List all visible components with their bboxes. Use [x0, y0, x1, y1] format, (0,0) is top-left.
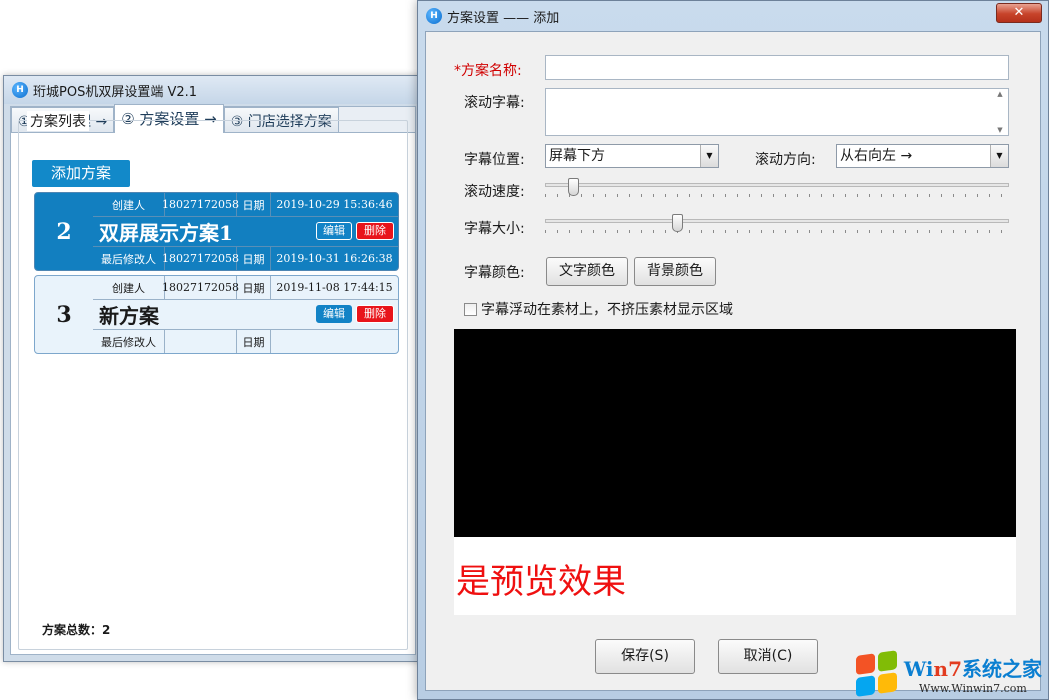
background-color-button[interactable]: 背景颜色	[634, 257, 716, 286]
plan-name-label: *方案名称:	[454, 60, 522, 80]
date-label: 日期	[237, 276, 271, 299]
plan-card[interactable]: 2 创建人 18027172058 日期 2019-10-29 15:36:46…	[34, 192, 399, 271]
color-label: 字幕颜色:	[464, 262, 525, 282]
plan-settings-dialog: H 方案设置 —— 添加 ✕ *方案名称: 滚动字幕: ▲ ▼ 字幕位置: 屏幕…	[417, 0, 1049, 700]
required-mark: *	[454, 63, 461, 79]
windows-logo-icon	[856, 650, 898, 698]
plan-creator-row: 创建人 18027172058 日期 2019-11-08 17:44:15	[93, 276, 398, 300]
plan-name-input[interactable]	[545, 55, 1009, 80]
main-app-window: H 珩城POS机双屏设置端 V2.1 ① 素材管理 → ② 方案设置 → ③ 门…	[3, 75, 423, 662]
app-logo-icon: H	[12, 82, 28, 98]
size-slider[interactable]	[545, 214, 1009, 236]
creator-label: 创建人	[93, 193, 165, 216]
app-logo-icon: H	[426, 8, 442, 24]
plan-name: 双屏展示方案1	[99, 219, 233, 247]
plan-total-count: 方案总数：2	[42, 621, 110, 638]
settings-panel: *方案名称: 滚动字幕: ▲ ▼ 字幕位置: 屏幕下方 ▼ 滚动方向: 从右向左…	[432, 44, 1036, 626]
direction-select[interactable]: 从右向左 → ▼	[836, 144, 1009, 168]
site-watermark: Win7系统之家 Www.Winwin7.com	[856, 653, 1042, 695]
chevron-down-icon[interactable]: ▼	[990, 145, 1008, 167]
preview-caption-text: 是预览效果	[456, 554, 626, 603]
plan-modifier-row: 最后修改人 18027172058 日期 2019-10-31 16:26:38	[93, 246, 398, 270]
creator-label: 创建人	[93, 276, 165, 299]
speed-slider-thumb[interactable]	[568, 178, 579, 196]
dialog-client-area: *方案名称: 滚动字幕: ▲ ▼ 字幕位置: 屏幕下方 ▼ 滚动方向: 从右向左…	[425, 31, 1041, 691]
size-slider-track	[545, 219, 1009, 223]
position-label: 字幕位置:	[464, 149, 525, 169]
plan-number: 2	[35, 193, 93, 270]
plan-modifier-row: 最后修改人 日期	[93, 329, 398, 353]
float-option[interactable]: 字幕浮动在素材上，不挤压素材显示区域	[464, 299, 733, 319]
speed-slider-ticks	[545, 194, 1009, 197]
delete-plan-button[interactable]: 删除	[356, 222, 394, 240]
watermark-brand-num: n7	[934, 657, 962, 681]
date-value: 2019-11-08 17:44:15	[271, 276, 398, 299]
scroll-text-input[interactable]: ▲ ▼	[545, 88, 1009, 136]
edit-plan-button[interactable]: 编辑	[316, 305, 352, 323]
plan-number: 3	[35, 276, 93, 353]
size-label: 字幕大小:	[464, 218, 525, 238]
main-title-bar: H 珩城POS机双屏设置端 V2.1	[4, 76, 422, 104]
modified-date-label: 日期	[237, 330, 271, 353]
modified-date-value	[271, 330, 398, 353]
plan-name-label-text: 方案名称:	[461, 63, 522, 79]
creator-value: 18027172058	[165, 276, 237, 299]
modifier-value: 18027172058	[165, 247, 237, 270]
float-checkbox[interactable]	[464, 303, 477, 316]
plan-list-title: 方案列表	[27, 111, 89, 131]
modified-date-value: 2019-10-31 16:26:38	[271, 247, 398, 270]
add-plan-button[interactable]: 添加方案	[32, 160, 130, 187]
preview-caption-area: 是预览效果	[454, 537, 1016, 615]
modifier-value	[165, 330, 237, 353]
modifier-label: 最后修改人	[93, 247, 165, 270]
watermark-text: Win7系统之家 Www.Winwin7.com	[904, 653, 1042, 695]
chevron-down-icon[interactable]: ▼	[700, 145, 718, 167]
date-label: 日期	[237, 193, 271, 216]
text-color-button[interactable]: 文字颜色	[546, 257, 628, 286]
size-slider-ticks	[545, 230, 1009, 233]
save-button[interactable]: 保存(S)	[595, 639, 695, 674]
float-checkbox-label: 字幕浮动在素材上，不挤压素材显示区域	[481, 299, 733, 319]
watermark-brand-suffix: 系统之家	[962, 657, 1042, 681]
scroll-text-scrollbar[interactable]: ▲ ▼	[993, 90, 1007, 134]
speed-label: 滚动速度:	[464, 181, 525, 201]
plan-name: 新方案	[99, 302, 159, 330]
watermark-brand: Win7系统之家	[904, 653, 1042, 682]
speed-slider[interactable]	[545, 178, 1009, 200]
dialog-title-bar: H 方案设置 —— 添加	[418, 1, 1048, 31]
modified-date-label: 日期	[237, 247, 271, 270]
position-value: 屏幕下方	[549, 148, 605, 164]
position-select[interactable]: 屏幕下方 ▼	[545, 144, 719, 168]
plan-creator-row: 创建人 18027172058 日期 2019-10-29 15:36:46	[93, 193, 398, 217]
modifier-label: 最后修改人	[93, 330, 165, 353]
scroll-up-icon[interactable]: ▲	[997, 90, 1002, 98]
scroll-down-icon[interactable]: ▼	[997, 126, 1002, 134]
close-icon[interactable]: ✕	[996, 3, 1042, 23]
direction-label: 滚动方向:	[755, 149, 816, 169]
watermark-url: Www.Winwin7.com	[919, 682, 1027, 695]
watermark-brand-prefix: Wi	[904, 657, 934, 681]
size-slider-thumb[interactable]	[672, 214, 683, 232]
direction-value: 从右向左 →	[840, 148, 912, 164]
plan-card[interactable]: 3 创建人 18027172058 日期 2019-11-08 17:44:15…	[34, 275, 399, 354]
cancel-button[interactable]: 取消(C)	[718, 639, 818, 674]
scroll-text-label: 滚动字幕:	[464, 92, 525, 112]
speed-slider-track	[545, 183, 1009, 187]
delete-plan-button[interactable]: 删除	[356, 305, 394, 323]
creator-value: 18027172058	[165, 193, 237, 216]
preview-media-area	[454, 329, 1016, 537]
edit-plan-button[interactable]: 编辑	[316, 222, 352, 240]
date-value: 2019-10-29 15:36:46	[271, 193, 398, 216]
dialog-title: 方案设置 —— 添加	[447, 7, 559, 26]
main-window-title: 珩城POS机双屏设置端 V2.1	[33, 81, 197, 100]
